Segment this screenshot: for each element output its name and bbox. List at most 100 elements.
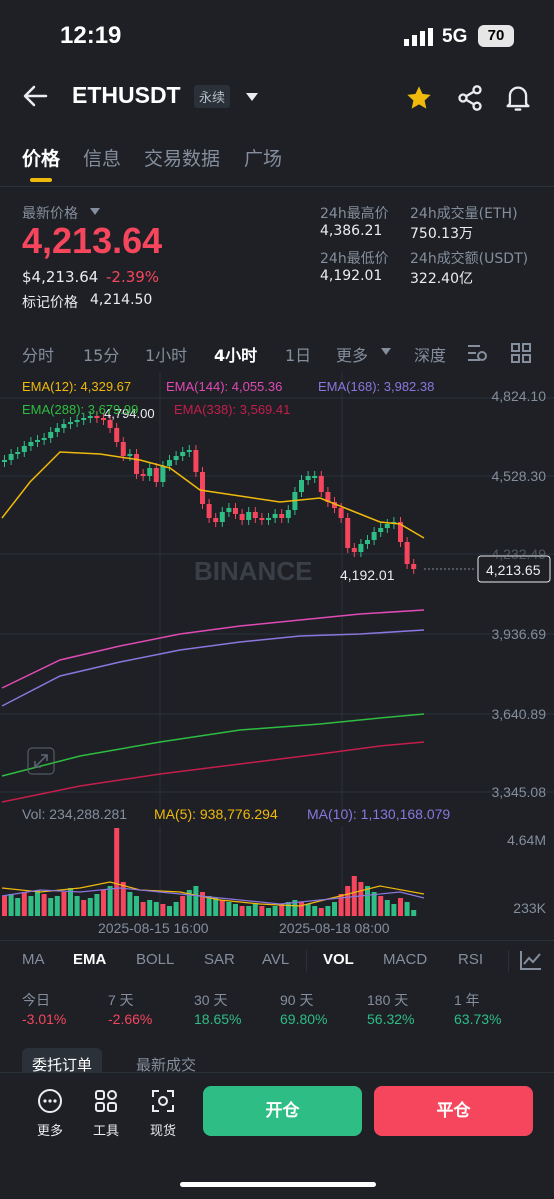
indicator-rsi[interactable]: RSI [458,951,483,968]
interval-more[interactable]: 更多 [336,342,368,366]
volume-bar [114,828,120,916]
interval-1d[interactable]: 1日 [285,342,311,366]
volume-bar [2,896,7,916]
volume-bar [233,904,238,916]
interval-4h[interactable]: 4小时 [214,342,257,366]
candle [345,518,351,548]
volume-bar [279,904,285,916]
volume-bar [101,890,106,916]
time-label: 2025-08-18 08:00 [279,920,390,936]
indicator-ma[interactable]: MA [22,951,45,968]
volume-bar [35,890,40,916]
chart-settings-icon[interactable] [466,342,488,364]
perf-period: 今日 [22,992,50,1008]
spot-button[interactable]: 现货 [143,1088,183,1139]
indicator-macd[interactable]: MACD [383,951,427,968]
home-indicator [180,1182,376,1187]
volume-chart[interactable] [0,826,554,918]
price-chart[interactable]: BINANCE 4,213.65 4,794.00 4,192.01 [0,372,554,812]
tab-price[interactable]: 价格 [22,144,60,171]
volume-bar [140,902,146,916]
candle [173,456,179,460]
tools-button[interactable]: 工具 [86,1088,126,1139]
caret-down-icon[interactable] [90,208,100,216]
candle [219,512,225,522]
volume-bar [332,902,337,916]
volume-bar [94,894,100,916]
current-price-tag: 4,213.65 [486,562,541,578]
depth-tab[interactable]: 深度 [414,342,446,366]
indicator-settings-icon[interactable] [519,949,543,971]
candle [41,438,47,440]
close-position-button[interactable]: 平仓 [374,1086,533,1136]
more-caret-icon[interactable] [381,348,391,356]
indicator-vol[interactable]: VOL [323,951,354,968]
volume-legend: Vol: 234,288.281 [22,806,128,822]
candle [2,460,7,462]
low-value: 4,192.01 [320,268,383,284]
candle [285,510,291,518]
indicator-sar[interactable]: SAR [204,951,235,968]
candle [358,544,364,552]
candle [312,476,318,478]
perf-value: 69.80% [280,1011,328,1027]
tab-square[interactable]: 广场 [244,144,282,171]
volume-bar [8,894,14,916]
volume-bar [61,892,67,916]
symbol-title[interactable]: ETHUSDT [72,82,181,109]
volume-bar [259,906,265,916]
perf-period: 90 天 [280,992,314,1008]
axis-tick: 3,936.69 [491,626,547,642]
indicator-ema[interactable]: EMA [73,951,106,968]
candle [107,420,113,428]
candle [272,514,278,518]
share-icon[interactable] [456,84,484,112]
candle [365,540,370,544]
perf-period: 1 年 [454,992,480,1008]
indicator-boll[interactable]: BOLL [136,951,174,968]
volume-bar [305,904,311,916]
back-arrow-icon[interactable] [22,84,48,108]
star-icon[interactable] [405,84,433,112]
open-position-button[interactable]: 开仓 [203,1086,362,1136]
volume-bar [226,902,232,916]
candle [28,442,34,446]
interval-15m[interactable]: 15分 [83,342,119,366]
spot-icon [152,1090,174,1112]
volume-bar [378,896,384,916]
battery-level: 70 [478,25,514,47]
volume-bar [160,904,166,916]
tab-info[interactable]: 信息 [83,144,121,171]
volume-bar [325,906,331,916]
volume-bar [312,906,318,916]
legend-ema288: EMA(288): 3,679.99 [22,402,139,417]
more-button[interactable]: 更多 [30,1088,70,1139]
expand-icon[interactable] [27,747,55,775]
layout-grid-icon[interactable] [510,342,532,364]
candle [74,420,80,422]
candle [318,476,324,492]
perf-period: 30 天 [194,992,228,1008]
perf-value: 63.73% [454,1011,502,1027]
volume-bar [107,886,113,916]
vol-eth-label: 24h成交量(ETH) [410,206,518,222]
indicator-avl[interactable]: AVL [262,951,289,968]
volume-bar [134,896,139,916]
volume-bar [193,886,199,916]
volume-bar [74,896,80,916]
candle [180,452,186,456]
interval-1h[interactable]: 1小时 [145,342,187,366]
candle [226,508,232,512]
volume-bar [41,894,47,916]
chevron-down-icon[interactable] [244,91,260,103]
candle [371,532,377,540]
usd-value: $4,213.64 [22,268,99,286]
volume-bar [120,882,126,916]
candle [338,508,344,518]
tab-trading-data[interactable]: 交易数据 [144,144,220,171]
volume-bar [173,902,179,916]
interval-timeline[interactable]: 分时 [22,342,54,366]
tools-icon [95,1090,117,1112]
volume-bar [404,902,410,916]
bell-icon[interactable] [504,83,532,113]
